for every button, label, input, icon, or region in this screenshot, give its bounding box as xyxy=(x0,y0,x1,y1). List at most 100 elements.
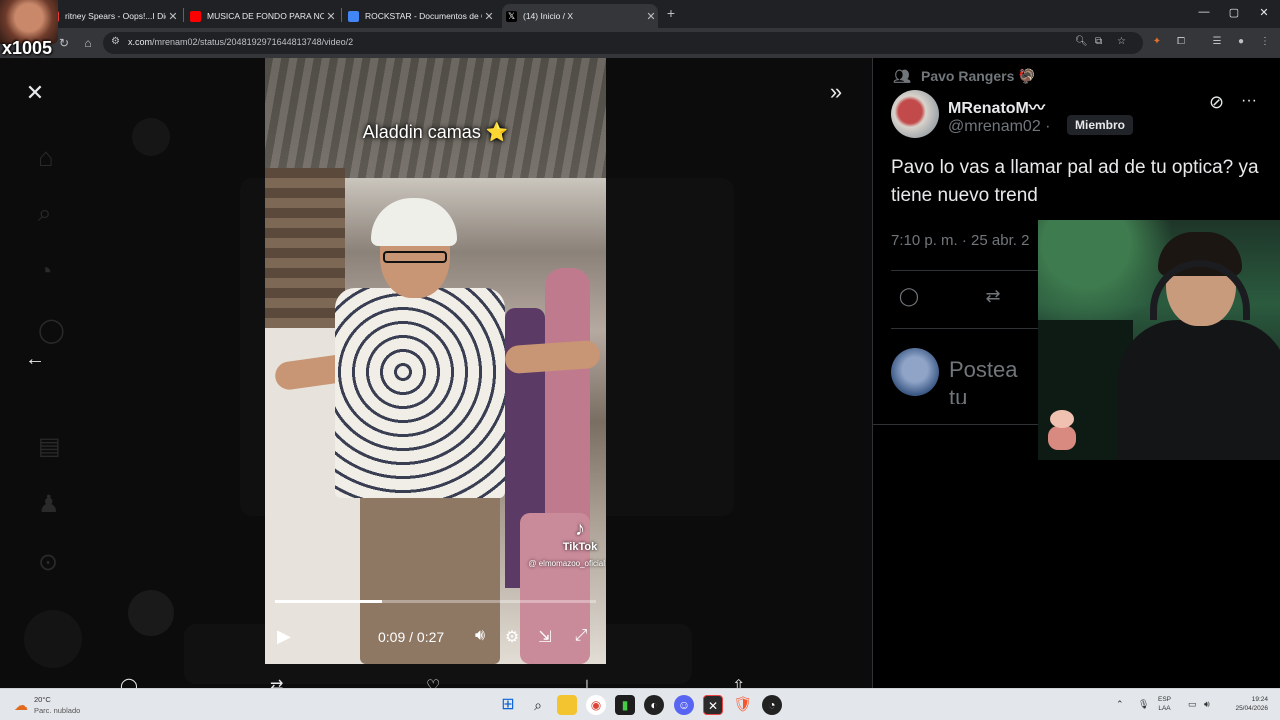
site-info-icon[interactable]: ⚙ xyxy=(111,36,120,47)
tweet-timestamp[interactable]: 7:10 p. m. · 25 abr. 2 xyxy=(891,232,1029,249)
extensions-puzzle-icon[interactable]: ⧠ xyxy=(1174,35,1188,49)
discord-icon[interactable]: ☺ xyxy=(674,695,694,715)
like-icon[interactable]: ♡ xyxy=(426,676,440,688)
video-progress-bar[interactable] xyxy=(275,600,596,603)
obs-icon[interactable]: ✕ xyxy=(703,695,723,715)
play-icon[interactable]: ▶ xyxy=(277,626,291,647)
weather-desc: Parc. nublado xyxy=(34,706,81,715)
tab-close-icon[interactable]: ✕ xyxy=(644,10,658,23)
brave-icon[interactable]: 🛡︎ xyxy=(733,695,753,715)
system-clock[interactable]: 19:24 25/04/2026 xyxy=(1222,695,1268,713)
previous-media-button[interactable]: ← xyxy=(24,348,46,370)
streamer-name: x1005 xyxy=(2,38,53,58)
zoom-icon[interactable]: 🔍︎ xyxy=(1075,36,1088,47)
install-app-icon[interactable]: ⧉ xyxy=(1095,36,1102,47)
tab-separator xyxy=(341,8,342,22)
expand-panel-button[interactable]: » xyxy=(824,80,848,104)
extension-icon[interactable]: ✦ xyxy=(1150,35,1164,49)
video-progress-fill xyxy=(275,600,382,603)
tiktok-watermark: ♪ TikTok xyxy=(555,518,605,553)
tweet-text: Pavo lo vas a llamar pal ad de tu optica… xyxy=(891,157,1259,206)
avatar xyxy=(128,590,174,636)
network-icon[interactable]: ▭ xyxy=(1188,699,1197,710)
more-options-icon[interactable]: ··· xyxy=(1241,92,1257,110)
reply-icon[interactable]: ◯ xyxy=(897,286,921,307)
author-display-name[interactable]: MRenatoM〰 xyxy=(948,94,1045,118)
community-name: Pavo Rangers 🦃 xyxy=(921,68,1036,84)
messages-icon: ◯ xyxy=(38,317,65,344)
reply-icon[interactable]: ◯ xyxy=(120,676,138,688)
more-icon: ⊙ xyxy=(38,549,59,576)
tab-close-icon[interactable]: ✕ xyxy=(166,10,180,23)
pet-head xyxy=(1050,410,1074,428)
new-tab-button[interactable]: + xyxy=(664,6,678,20)
fullscreen-icon[interactable]: ⤢ xyxy=(571,627,591,645)
steam-icon[interactable]: ◐ xyxy=(644,695,664,715)
windows-start-icon[interactable]: ⊞ xyxy=(498,695,518,715)
video-frame-person xyxy=(335,288,505,498)
terminal-icon[interactable]: ▮ xyxy=(615,695,635,715)
bookmark-icon[interactable]: ⊥ xyxy=(580,676,594,688)
author-avatar[interactable] xyxy=(891,90,939,138)
grok-icon[interactable]: ⊘ xyxy=(1209,92,1224,113)
language-indicator[interactable]: ESP LAA xyxy=(1158,695,1171,713)
tab-label: ritney Spears - Oops!...I Did It xyxy=(65,11,166,21)
repost-icon[interactable]: ⇄ xyxy=(270,676,283,688)
compose-button xyxy=(24,610,82,668)
video-caption: Aladdin camas ⭐ xyxy=(362,122,509,142)
clock-date: 25/04/2026 xyxy=(1235,705,1268,712)
tab-x-inicio[interactable]: 𝕏 (14) Inicio / X ✕ xyxy=(502,4,658,28)
reply-input[interactable]: Postea tu respuesta xyxy=(949,356,1039,404)
search-icon: ⌕ xyxy=(38,200,52,227)
tab-britney-spears[interactable]: ritney Spears - Oops!...I Did It ✕ xyxy=(44,4,180,28)
search-icon[interactable]: ⌕ xyxy=(528,695,548,715)
tab-musica-de-fondo[interactable]: MUSICA DE FONDO PARA NOT ✕ xyxy=(186,4,338,28)
picture-in-picture-icon[interactable]: ⇲ xyxy=(535,627,555,647)
video-player[interactable]: Aladdin camas ⭐ ♪ TikTok @ elmomazoo_ofi… xyxy=(265,58,606,664)
video-timecode: 0:09 / 0:27 xyxy=(378,629,445,645)
window-close-button[interactable]: ✕ xyxy=(1254,6,1274,19)
reload-icon[interactable]: ↻ xyxy=(56,35,72,51)
share-icon[interactable]: ⇧ xyxy=(732,676,745,688)
avatar xyxy=(132,118,170,156)
close-viewer-button[interactable]: ✕ xyxy=(24,82,46,104)
video-frame-helmet xyxy=(371,198,457,246)
community-people-icon: 👥︎ xyxy=(893,68,911,84)
home-icon[interactable]: ⌂ xyxy=(80,35,96,51)
chrome-icon[interactable]: ◉ xyxy=(586,695,606,715)
tab-close-icon[interactable]: ✕ xyxy=(482,10,496,23)
browser-tab-bar: ritney Spears - Oops!...I Did It ✕ MUSIC… xyxy=(0,0,1280,28)
file-explorer-icon[interactable] xyxy=(557,695,577,715)
home-icon: ⌂ xyxy=(38,142,54,172)
weather-widget[interactable]: ☁ 20°C Parc. nublado xyxy=(14,692,114,718)
microphone-icon[interactable]: 🎙︎ xyxy=(1138,699,1149,710)
tab-label: MUSICA DE FONDO PARA NOT xyxy=(207,11,324,21)
tab-close-icon[interactable]: ✕ xyxy=(324,10,338,23)
tab-label: ROCKSTAR - Documentos de G xyxy=(365,11,482,21)
bookmark-star-icon[interactable]: ☆ xyxy=(1117,36,1126,47)
tiktok-logo-icon: ♪ xyxy=(575,518,585,540)
maximize-button[interactable]: ▢ xyxy=(1224,6,1244,19)
repost-icon[interactable]: ⇄ xyxy=(981,286,1005,307)
language-layout: LAA xyxy=(1158,705,1171,712)
address-bar[interactable]: ⚙ x.com/mrenam02/status/2048192971644813… xyxy=(103,32,1143,54)
url-domain: x.com xyxy=(128,37,153,47)
volume-icon[interactable]: 🔊︎ xyxy=(470,627,490,645)
profile-avatar-icon[interactable]: ● xyxy=(1234,35,1248,49)
tray-chevron-icon[interactable]: ⌃ xyxy=(1116,699,1124,710)
tab-separator xyxy=(183,8,184,22)
community-link[interactable]: 👥︎ Pavo Rangers 🦃 xyxy=(893,68,1036,85)
chrome-menu-icon[interactable]: ⋮ xyxy=(1258,35,1272,49)
app-icon[interactable]: ◔ xyxy=(762,695,782,715)
author-handle[interactable]: @mrenam02 · xyxy=(948,118,1051,136)
minimize-button[interactable]: — xyxy=(1194,6,1214,18)
reading-list-icon[interactable]: ☰ xyxy=(1210,35,1224,49)
settings-gear-icon[interactable]: ⚙ xyxy=(502,627,522,647)
youtube-favicon-icon xyxy=(190,10,201,22)
video-frame-glasses xyxy=(383,251,447,263)
windows-taskbar: ☁ 20°C Parc. nublado ⊞ ⌕ ◉ ▮ ◐ ☺ ✕ 🛡︎ ◔ … xyxy=(0,688,1280,720)
weather-temp: 20°C xyxy=(34,695,51,704)
speaker-icon[interactable]: 🔊︎ xyxy=(1204,699,1210,710)
tab-rockstar-docs[interactable]: ROCKSTAR - Documentos de G ✕ xyxy=(344,4,496,28)
webcam-person xyxy=(1118,320,1280,460)
